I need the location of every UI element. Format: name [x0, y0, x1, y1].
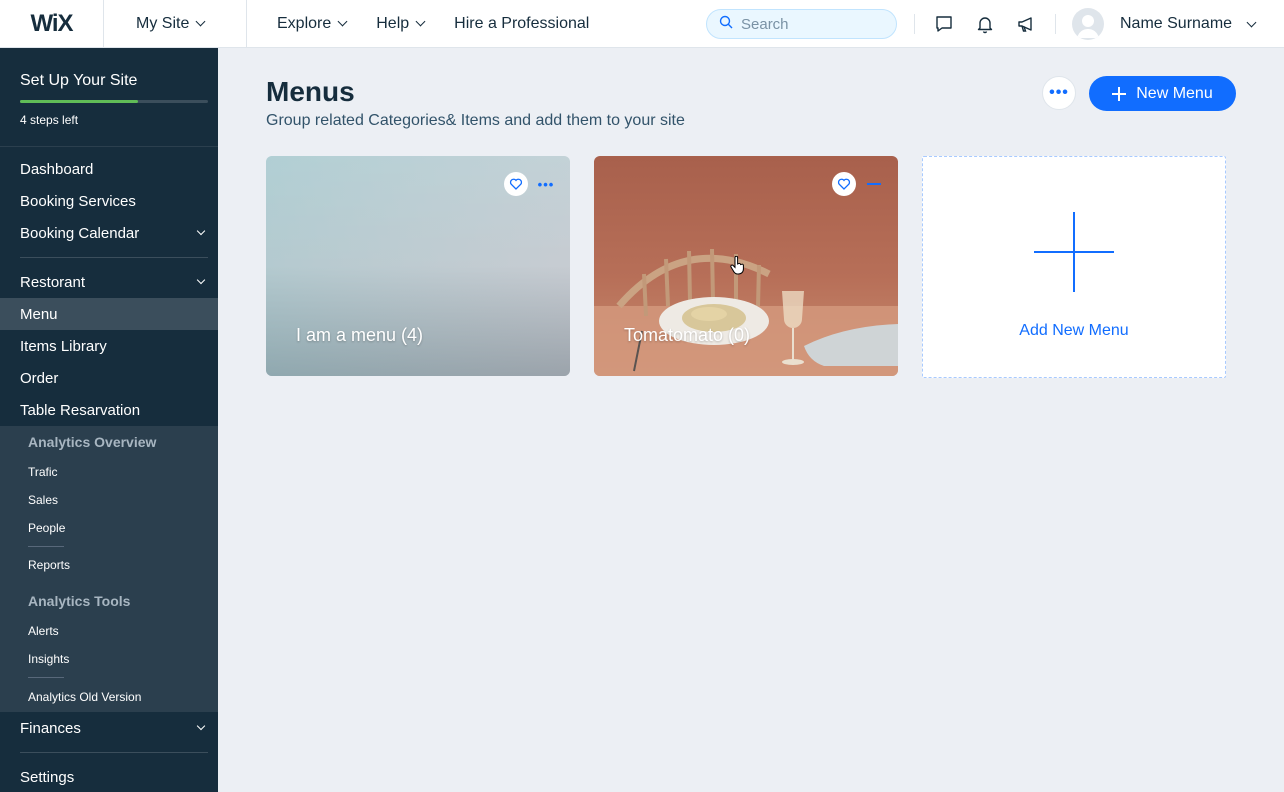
search-box[interactable]	[706, 9, 897, 39]
menu-card-title: I am a menu (4)	[296, 325, 424, 345]
chevron-down-icon	[1246, 17, 1257, 27]
avatar	[1072, 8, 1104, 40]
chat-icon[interactable]	[932, 12, 956, 36]
menu-card-title: Tomatomato (0)	[624, 325, 751, 345]
sidebar-item-label: Booking Services	[20, 192, 136, 210]
hand-cursor-icon	[730, 256, 744, 275]
user-menu[interactable]: Name Surname	[1072, 8, 1257, 40]
more-actions-button[interactable]: •••	[1042, 76, 1076, 110]
add-new-menu-card[interactable]: Add New Menu	[922, 156, 1226, 378]
sidebar-item-label: Table Resarvation	[20, 401, 141, 419]
sidebar-item-restorant[interactable]: Restorant	[0, 266, 218, 298]
card-more-icon[interactable]: •••	[536, 172, 556, 196]
sidebar-item-settings[interactable]: Settings	[0, 761, 218, 792]
add-new-menu-label: Add New Menu	[1019, 322, 1129, 339]
setup-title: Set Up Your Site	[20, 72, 138, 89]
new-menu-label: New Menu	[1136, 84, 1213, 102]
site-switcher-label: My Site	[136, 14, 190, 32]
main-content: Menus Group related Categories& Items an…	[218, 48, 1284, 792]
menu-card[interactable]: Tomatomato (0)	[594, 156, 898, 376]
card-more-icon[interactable]	[864, 172, 884, 196]
setup-progress-fill	[20, 100, 139, 103]
submenu-divider	[28, 677, 64, 678]
sidebar-item-label: Dashboard	[20, 160, 94, 178]
site-switcher[interactable]: My Site	[104, 0, 247, 48]
favorite-heart-icon[interactable]	[832, 172, 856, 196]
chevron-down-icon	[196, 275, 206, 285]
nav-explore[interactable]: Explore	[277, 14, 348, 33]
top-nav: Explore Help Hire a Professional	[247, 0, 589, 48]
sidebar-item-items-library[interactable]: Items Library	[0, 330, 218, 362]
analytics-tools-heading[interactable]: Analytics Tools	[28, 585, 218, 617]
plus-icon	[1034, 212, 1114, 292]
sidebar-subitem-people[interactable]: People	[28, 514, 218, 542]
chevron-down-icon	[195, 16, 206, 27]
nav-explore-label: Explore	[277, 14, 332, 32]
sidebar-subitem-sales[interactable]: Sales	[28, 486, 218, 514]
page-title: Menus	[266, 76, 355, 107]
search-input[interactable]	[741, 15, 881, 33]
setup-widget[interactable]: Set Up Your Site 4 steps left	[0, 48, 218, 147]
sidebar-item-label: Booking Calendar	[20, 224, 140, 242]
sidebar-item-dashboard[interactable]: Dashboard	[0, 153, 218, 185]
analytics-overview-heading[interactable]: Analytics Overview	[28, 426, 218, 458]
wix-logo[interactable]: WiX	[0, 0, 104, 48]
chevron-down-icon	[196, 721, 206, 731]
analytics-submenu: Analytics Overview Trafic Sales People R…	[0, 426, 218, 712]
divider	[914, 14, 915, 34]
page-subtitle: Group related Categories& Items and add …	[266, 112, 685, 129]
sidebar: Set Up Your Site 4 steps left Dashboard …	[0, 48, 218, 792]
sidebar-item-label: Menu	[20, 305, 58, 323]
user-name: Name Surname	[1120, 15, 1233, 32]
sidebar-item-label: Finances	[20, 719, 81, 737]
sidebar-item-order[interactable]: Order	[0, 362, 218, 394]
nav-help-label: Help	[376, 14, 410, 32]
divider	[1055, 14, 1056, 34]
bell-icon[interactable]	[973, 12, 997, 36]
submenu-divider	[28, 546, 64, 547]
menu-card[interactable]: ••• I am a menu (4)	[266, 156, 570, 376]
sidebar-subitem-alerts[interactable]: Alerts	[28, 617, 218, 645]
sidebar-item-menu[interactable]: Menu	[0, 298, 218, 330]
plus-icon	[1112, 86, 1127, 101]
search-icon	[719, 15, 733, 34]
sidebar-item-booking-services[interactable]: Booking Services	[0, 185, 218, 217]
nav-hire-label: Hire a Professional	[454, 14, 590, 32]
megaphone-icon[interactable]	[1014, 12, 1038, 36]
sidebar-subitem-insights[interactable]: Insights	[28, 645, 218, 673]
top-bar: WiX My Site Explore Help Hire a Professi…	[0, 0, 1284, 48]
sidebar-item-label: Order	[20, 369, 59, 387]
chevron-down-icon	[337, 16, 348, 27]
sidebar-subitem-analytics-old-version[interactable]: Analytics Old Version	[28, 682, 218, 712]
favorite-heart-icon[interactable]	[504, 172, 528, 196]
steps-left: 4 steps left	[20, 113, 79, 127]
sidebar-item-finances[interactable]: Finances	[0, 712, 218, 744]
sidebar-subitem-trafic[interactable]: Trafic	[28, 458, 218, 486]
sidebar-subitem-reports[interactable]: Reports	[28, 551, 218, 579]
chevron-down-icon	[196, 226, 206, 236]
sidebar-item-table-resarvation[interactable]: Table Resarvation	[0, 394, 218, 426]
sidebar-item-booking-calendar[interactable]: Booking Calendar	[0, 217, 218, 249]
setup-progress-bar	[20, 100, 208, 103]
chevron-down-icon	[415, 16, 426, 27]
sidebar-item-label: Items Library	[20, 337, 107, 355]
sidebar-item-label: Settings	[20, 768, 75, 786]
sidebar-item-label: Restorant	[20, 273, 86, 291]
nav-hire-professional[interactable]: Hire a Professional	[454, 15, 589, 33]
nav-help[interactable]: Help	[376, 14, 426, 33]
new-menu-button[interactable]: New Menu	[1089, 76, 1236, 111]
